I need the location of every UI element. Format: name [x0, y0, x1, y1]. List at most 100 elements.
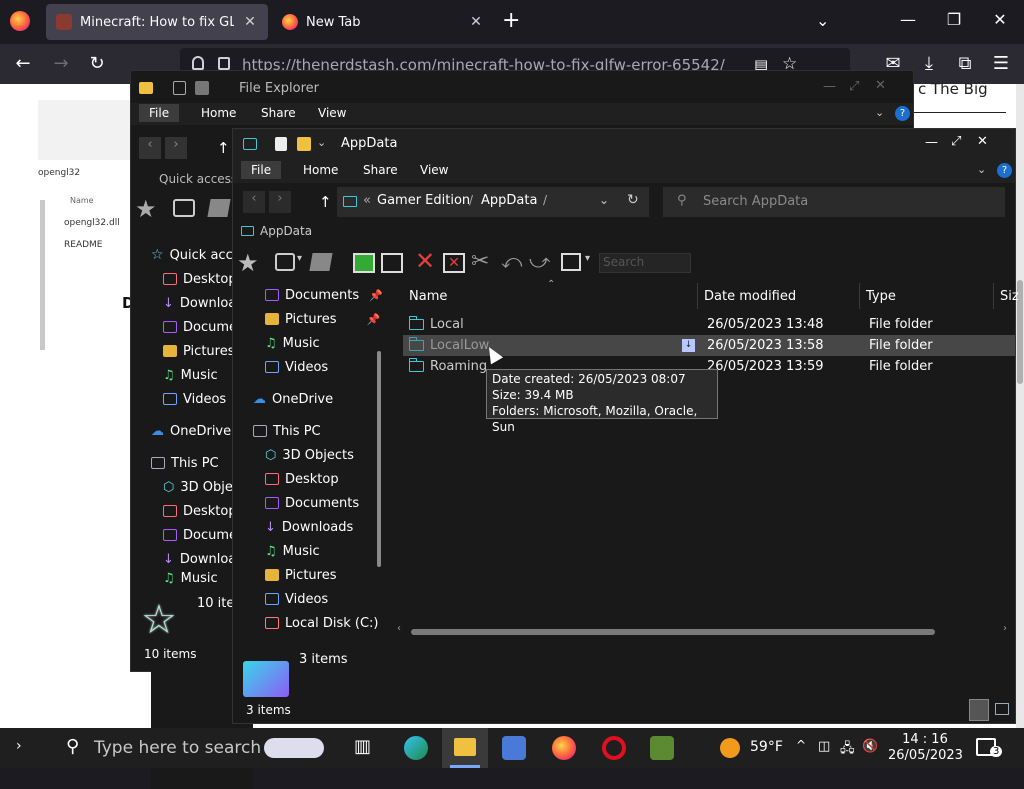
history-icon[interactable]: [275, 253, 295, 271]
column-header-type[interactable]: Type: [866, 289, 896, 304]
properties-icon[interactable]: [275, 137, 287, 151]
back-arrow-icon[interactable]: ‹: [139, 137, 161, 159]
chevron-down-icon[interactable]: ▾: [297, 253, 302, 264]
taskbar-search-input[interactable]: Type here to search: [94, 738, 261, 758]
maximize-icon[interactable]: ⤢: [849, 79, 859, 94]
close-icon[interactable]: ✕: [875, 78, 886, 93]
back-arrow-icon[interactable]: ←: [12, 54, 34, 74]
new-tab-button[interactable]: +: [502, 10, 520, 32]
shield-icon[interactable]: [192, 56, 204, 70]
breadcrumb-overflow[interactable]: «: [363, 193, 371, 208]
address-bar[interactable]: « Gamer Edition / AppData / ⌄ ↻: [337, 187, 649, 217]
file-explorer-taskbar-button[interactable]: [442, 728, 488, 768]
task-view-icon[interactable]: ▥: [354, 736, 378, 760]
scroll-right-icon[interactable]: ›: [1003, 623, 1007, 634]
column-header-name[interactable]: Name: [409, 289, 447, 304]
chevron-right-icon[interactable]: ›: [16, 738, 22, 754]
sidebar-item-pictures[interactable]: Pictures 📌: [253, 307, 383, 331]
minecraft-icon[interactable]: [650, 736, 674, 760]
close-window-icon[interactable]: ✕: [990, 10, 1010, 29]
toolbar-search-input[interactable]: Search: [599, 253, 691, 273]
edge-icon[interactable]: [404, 736, 428, 760]
sidebar-item-music[interactable]: ♫ Music: [253, 539, 383, 563]
undo-icon[interactable]: ⤺: [501, 249, 522, 273]
up-arrow-icon[interactable]: ↑: [319, 193, 332, 211]
chevron-down-icon[interactable]: ⌄: [977, 163, 986, 176]
firefox-logo-icon[interactable]: [10, 11, 30, 31]
sidebar-item-pictures[interactable]: Pictures: [253, 563, 383, 587]
cut-icon[interactable]: ✂: [471, 249, 489, 274]
chevron-up-icon[interactable]: ^: [796, 738, 806, 752]
sidebar-item-this-pc[interactable]: This PC: [253, 419, 383, 443]
minimize-icon[interactable]: —: [925, 135, 938, 150]
breadcrumb-appdata[interactable]: AppData: [481, 193, 537, 208]
sidebar-item-documents[interactable]: Documents 📌: [253, 283, 383, 307]
reload-icon[interactable]: ↻: [86, 54, 108, 74]
move-to-icon[interactable]: [353, 253, 375, 273]
column-header-size[interactable]: Siz: [1000, 289, 1019, 304]
extensions-icon[interactable]: ⧉: [954, 54, 976, 74]
windows-icon[interactable]: [309, 253, 333, 271]
help-icon[interactable]: ?: [997, 163, 1012, 178]
column-divider[interactable]: [859, 283, 860, 309]
opera-icon[interactable]: [602, 736, 626, 760]
help-icon[interactable]: ?: [895, 106, 910, 121]
sidebar-item-downloads[interactable]: ↓ Downloads: [253, 515, 383, 539]
chevron-down-icon[interactable]: ⌄: [875, 106, 884, 119]
forward-arrow-icon[interactable]: ›: [165, 137, 187, 159]
ribbon-tab-file[interactable]: File: [139, 104, 180, 122]
crumb-label[interactable]: AppData: [260, 224, 312, 238]
redo-icon[interactable]: ⤻: [529, 249, 550, 273]
pin-quick-access-icon[interactable]: ★: [237, 249, 259, 277]
ribbon-tab-view[interactable]: View: [318, 106, 346, 120]
download-icon[interactable]: ⤓: [918, 54, 940, 74]
chevron-down-icon[interactable]: ⌄: [816, 11, 829, 30]
new-folder-icon[interactable]: [195, 81, 209, 95]
minimize-icon[interactable]: —: [898, 10, 918, 29]
camera-icon[interactable]: ◫: [818, 739, 830, 754]
large-icons-view-icon[interactable]: [995, 703, 1009, 715]
minimize-icon[interactable]: —: [823, 79, 836, 94]
column-header-date-modified[interactable]: Date modified: [704, 289, 796, 304]
ribbon-tab-view[interactable]: View: [420, 163, 448, 177]
ribbon-tab-home[interactable]: Home: [201, 106, 236, 120]
sidebar-item-music[interactable]: ♫ Music: [253, 331, 383, 355]
properties-icon[interactable]: [173, 81, 186, 95]
menu-icon[interactable]: ☰: [990, 54, 1012, 74]
pin-quick-access-icon[interactable]: ★: [135, 195, 157, 223]
copy-to-icon[interactable]: [381, 253, 403, 273]
back-arrow-icon[interactable]: ‹: [243, 191, 265, 213]
clock[interactable]: 14 : 16 26/05/2023: [888, 732, 963, 764]
close-icon[interactable]: ✕: [242, 14, 258, 30]
volume-muted-icon[interactable]: 🔇: [862, 739, 878, 754]
table-row[interactable]: Local 26/05/2023 13:48 File folder: [403, 314, 1015, 335]
sidebar-item-onedrive[interactable]: ☁ OneDrive: [253, 387, 383, 411]
customize-toolbar-icon[interactable]: ⌄: [317, 136, 326, 149]
up-arrow-icon[interactable]: ↑: [217, 139, 230, 157]
refresh-icon[interactable]: ↻: [627, 192, 639, 208]
lock-icon[interactable]: [218, 57, 230, 70]
column-divider[interactable]: [993, 283, 994, 309]
forward-arrow-icon[interactable]: ›: [269, 191, 291, 213]
ribbon-tab-home[interactable]: Home: [303, 163, 338, 177]
chevron-down-icon[interactable]: ⌄: [599, 193, 609, 207]
view-options-icon[interactable]: [561, 253, 581, 271]
search-icon[interactable]: ⚲: [66, 736, 79, 757]
sidebar-item-videos[interactable]: Videos: [253, 587, 383, 611]
forward-arrow-icon[interactable]: →: [50, 54, 72, 74]
chevron-down-icon[interactable]: ▾: [585, 253, 590, 264]
scroll-left-icon[interactable]: ‹: [397, 623, 401, 634]
maximize-icon[interactable]: ⤢: [951, 134, 961, 149]
windows-icon[interactable]: [207, 199, 231, 217]
ribbon-tab-share[interactable]: Share: [261, 106, 296, 120]
delete-permanently-icon[interactable]: ✕: [443, 253, 465, 273]
password-lock-icon[interactable]: [264, 738, 324, 758]
sidebar-item-documents[interactable]: Documents: [253, 491, 383, 515]
close-icon[interactable]: ✕: [468, 14, 484, 30]
sidebar-item-videos[interactable]: Videos: [253, 355, 383, 379]
sidebar-item-3d-objects[interactable]: ⬡ 3D Objects: [253, 443, 383, 467]
horizontal-scrollbar[interactable]: [411, 629, 935, 635]
title-bar[interactable]: ⌄ AppData — ⤢ ✕: [233, 129, 1015, 159]
network-icon[interactable]: 🖧: [840, 739, 855, 761]
history-icon[interactable]: [173, 199, 195, 217]
